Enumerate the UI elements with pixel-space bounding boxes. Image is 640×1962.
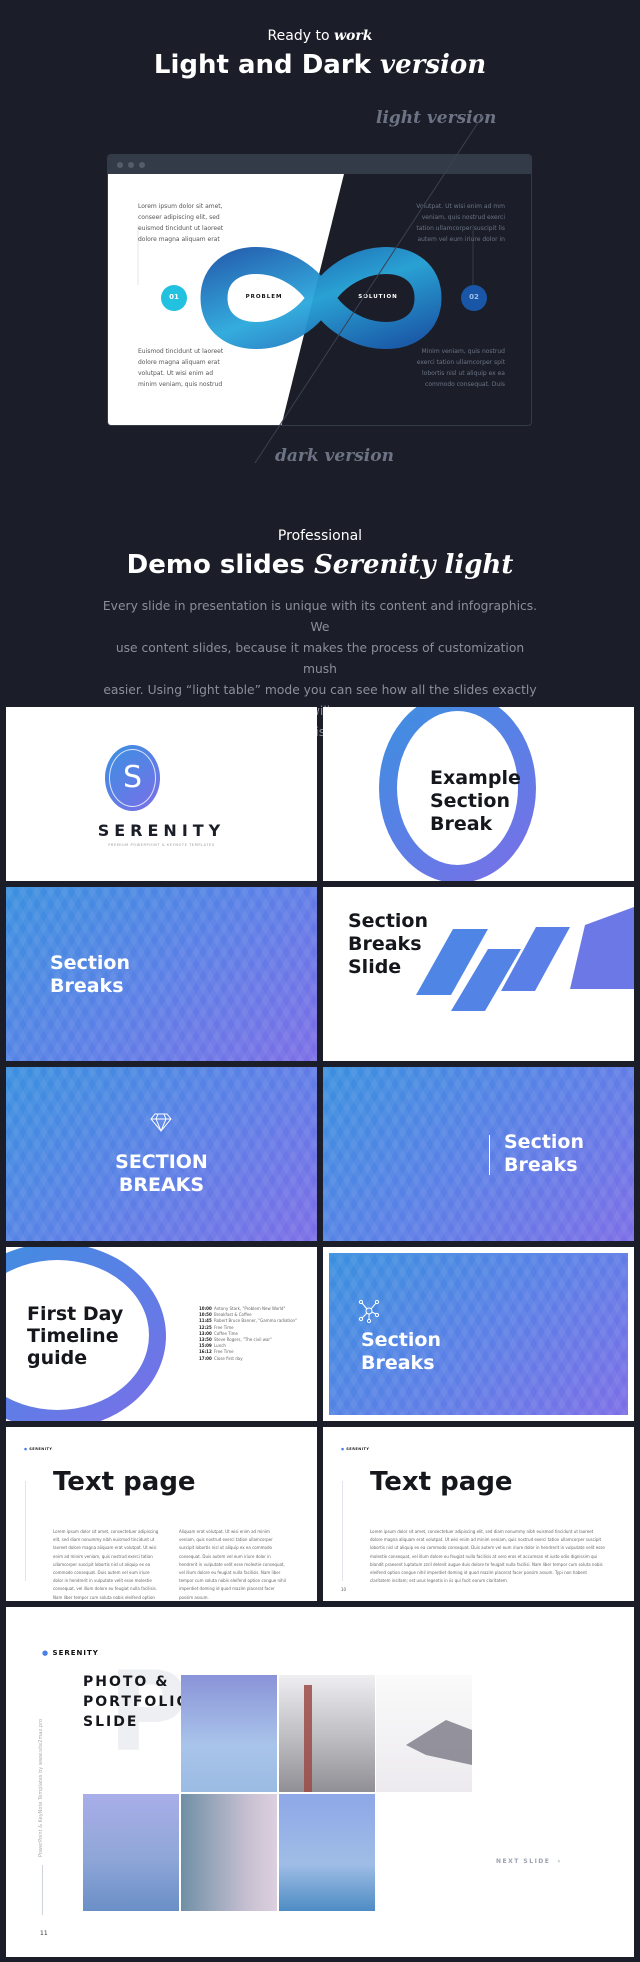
slide-title: Section Breaks — [504, 1131, 584, 1177]
slide-text-page-1[interactable]: ● SERENITY Text page Lorem ipsum dolor s… — [6, 1427, 317, 1601]
photo-misty-trees[interactable] — [181, 1794, 277, 1911]
text-line: Every slide in presentation is unique wi… — [102, 599, 538, 634]
next-slide-link[interactable]: NEXT SLIDE › — [496, 1858, 562, 1865]
brand-text: SERENITY — [29, 1447, 53, 1451]
triangle-pattern — [323, 1067, 634, 1241]
timeline-text: Free Time — [214, 1349, 234, 1355]
shape — [570, 907, 634, 989]
text-line: Section — [430, 790, 511, 812]
side-line — [42, 1865, 43, 1915]
timeline-item: 17:00 Close first day — [199, 1356, 314, 1362]
brand-text: SERENITY — [346, 1447, 370, 1451]
page-number: 11 — [40, 1930, 48, 1937]
slide-title: Text page — [370, 1467, 513, 1497]
text-line: PORTFOLIO — [83, 1694, 191, 1710]
dot-icon: ● — [24, 1447, 28, 1451]
photo-mountain-clouds[interactable] — [376, 1675, 472, 1792]
text-line: guide — [27, 1347, 88, 1369]
timeline-text: Lunch — [214, 1343, 226, 1349]
side-line — [25, 1481, 26, 1581]
text-line: BREAKS — [118, 1174, 205, 1196]
demo-title: Demo slides Serenity light — [0, 550, 640, 580]
slide-title: Example Section Break — [430, 767, 521, 836]
photo-sea-rocks[interactable] — [83, 1794, 179, 1911]
slide-section-breaks-slide[interactable]: Section Breaks Slide — [323, 887, 634, 1061]
text-line: Breaks — [50, 975, 124, 997]
photo-golden-gate[interactable] — [279, 1675, 375, 1792]
demo-pretitle: Professional — [277, 528, 363, 544]
text-line: SECTION — [115, 1151, 208, 1173]
text-line: SLIDE — [83, 1714, 139, 1730]
timeline-text: Steve Rogers, "The civil war" — [214, 1337, 272, 1343]
bridge-tower — [304, 1685, 312, 1792]
slide-section-network[interactable]: Section Breaks — [323, 1247, 634, 1421]
body-text: Lorem ipsum dolor sit amet, consectetuer… — [370, 1529, 605, 1584]
brand: ● SERENITY — [24, 1447, 52, 1451]
slide-section-breaks[interactable]: Section Breaks — [6, 887, 317, 1061]
slide-title: PHOTO & PORTFOLIO SLIDE — [83, 1672, 190, 1732]
text-line: Section — [50, 952, 131, 974]
column-2: Aliquam erat volutpat. Ut wisi enim ad m… — [179, 1529, 286, 1600]
slide-title: Text page — [53, 1467, 196, 1497]
text-line: First Day — [27, 1303, 124, 1325]
dark-version-label: dark version — [275, 446, 394, 466]
timeline-text: Close first day — [214, 1355, 243, 1361]
diamond-icon — [150, 1113, 172, 1133]
side-line — [342, 1481, 343, 1581]
text-line: Example — [430, 767, 521, 789]
dot-icon: ● — [341, 1447, 345, 1451]
page-number: 10 — [341, 1587, 347, 1592]
slide-example-section[interactable]: Example Section Break — [323, 707, 634, 881]
photo-waterfall[interactable] — [279, 1794, 375, 1911]
timeline-text: Breakfast & Coffee — [214, 1312, 252, 1318]
timeline-text: Antony Stark, "Problem New World" — [214, 1306, 286, 1311]
dot-icon: ● — [42, 1649, 50, 1657]
column-1: Lorem ipsum dolor sit amet, consectetuer… — [53, 1529, 159, 1600]
title-italic: Serenity light — [313, 550, 514, 580]
text-line: PHOTO & — [83, 1674, 170, 1690]
brand-text: SERENITY — [52, 1649, 99, 1657]
slide-section-breaks-caps[interactable]: SECTION BREAKS — [6, 1067, 317, 1241]
divider-line — [254, 114, 484, 464]
slide-title: Section Breaks — [50, 952, 130, 998]
slide-text-page-2[interactable]: ● SERENITY Text page Lorem ipsum dolor s… — [323, 1427, 634, 1601]
diagonal-divider — [254, 114, 484, 464]
timeline-text: Coffee Time — [214, 1330, 238, 1336]
brand: ● SERENITY — [341, 1447, 369, 1451]
slide-photo-portfolio[interactable]: ● SERENITY PowerPoint & KeyNote Template… — [6, 1607, 634, 1957]
network-icon — [358, 1299, 380, 1323]
timeline-list: 10:00 Antony Stark, "Problem New World" 10… — [199, 1306, 314, 1362]
text-line: Break — [430, 813, 493, 835]
brand-tagline: PREMIUM POWERPOINT & KEYNOTE TEMPLATES — [108, 843, 215, 847]
slide-title: SECTION BREAKS — [6, 1151, 317, 1197]
text-line: Breaks — [504, 1154, 578, 1176]
parallelogram-graphic — [416, 907, 634, 1011]
next-label: NEXT SLIDE — [496, 1858, 551, 1865]
mountain-shape — [406, 1720, 472, 1765]
text-line: use content slides, because it makes the… — [115, 641, 525, 676]
timeline-text: Robert Bruce Banner, "Gamma radiation" — [214, 1318, 297, 1324]
slide-section-breaks-line[interactable]: Section Breaks — [323, 1067, 634, 1241]
logo-circle: S — [105, 745, 160, 811]
slide-cover[interactable]: S SERENITY PREMIUM POWERPOINT & KEYNOTE … — [6, 707, 317, 881]
timeline-time: 17:00 — [199, 1355, 212, 1361]
text-line: Timeline — [27, 1325, 119, 1347]
text-line: Section — [361, 1329, 442, 1351]
timeline-text: Free Time — [214, 1324, 234, 1330]
side-credit: PowerPoint & KeyNote Templates by www.si… — [38, 1718, 44, 1857]
slide-title: Section Breaks — [361, 1329, 441, 1375]
brand-name: SERENITY — [97, 821, 226, 840]
slide-timeline[interactable]: First Day Timeline guide 10:00 Antony Stark… — [6, 1247, 317, 1421]
text-line: Breaks — [361, 1352, 435, 1374]
vertical-line — [489, 1135, 490, 1175]
slide-title: First Day Timeline guide — [27, 1303, 123, 1369]
photo-frosted-plants[interactable] — [181, 1675, 277, 1792]
logo-ring — [109, 749, 156, 807]
title-text: Demo slides — [126, 550, 305, 580]
text-line: Section — [504, 1131, 585, 1153]
chevron-right-icon: › — [557, 1858, 562, 1865]
brand: ● SERENITY — [42, 1649, 99, 1657]
